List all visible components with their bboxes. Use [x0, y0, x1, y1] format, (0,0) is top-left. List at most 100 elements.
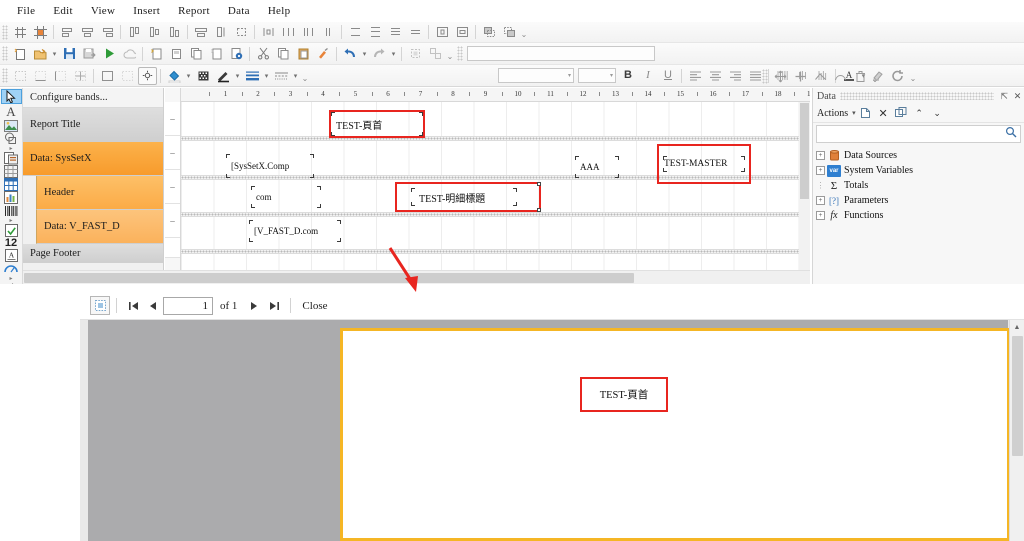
- align-left-icon[interactable]: [58, 23, 77, 41]
- border-settings-icon[interactable]: [137, 66, 157, 85]
- align-to-grid-icon[interactable]: [11, 23, 30, 41]
- ungroup-icon[interactable]: [426, 45, 445, 63]
- align-middle-icon[interactable]: [145, 23, 164, 41]
- underline-icon[interactable]: U: [659, 67, 678, 85]
- pointer-tool[interactable]: [0, 89, 22, 104]
- band-page-footer[interactable]: Page Footer: [23, 244, 163, 263]
- style-combo[interactable]: [467, 46, 655, 61]
- tree-node-functions[interactable]: + fx Functions: [816, 208, 1024, 223]
- tree-node-parameters[interactable]: + [?] Parameters: [816, 193, 1024, 208]
- new-page-icon[interactable]: [147, 45, 166, 63]
- report-object-test-page-header[interactable]: TEST-頁首: [329, 110, 425, 138]
- align-right-icon[interactable]: [98, 23, 117, 41]
- border-color-dropdown-icon[interactable]: ▾: [233, 67, 242, 85]
- picture-tool[interactable]: [1, 120, 22, 133]
- report-object-com[interactable]: com: [251, 186, 321, 208]
- curve-icon[interactable]: [831, 68, 850, 86]
- fill-color-dropdown-icon[interactable]: ▾: [184, 67, 193, 85]
- toolbar-overflow-icon[interactable]: ⌄: [870, 68, 880, 86]
- center-vertically-icon[interactable]: [453, 23, 472, 41]
- label-tool[interactable]: A: [1, 104, 22, 120]
- configure-bands-link[interactable]: Configure bands...: [23, 88, 163, 108]
- scrollbar-thumb[interactable]: [800, 103, 809, 199]
- delete-icon[interactable]: ✕: [875, 105, 892, 121]
- vertical-spacing-decrease-icon[interactable]: [386, 23, 405, 41]
- data-search-box[interactable]: [816, 125, 1021, 143]
- band-data-vfastd[interactable]: Data: V_FAST_D: [36, 210, 163, 244]
- scrollbar-thumb[interactable]: [1012, 336, 1023, 456]
- group-icon[interactable]: [406, 45, 425, 63]
- toolbar-grip[interactable]: [2, 24, 8, 40]
- texture-icon[interactable]: [194, 67, 213, 85]
- horizontal-spacing-decrease-icon[interactable]: [299, 23, 318, 41]
- report-object-test-master[interactable]: TEST-MASTER: [657, 144, 751, 184]
- tree-node-system-variables[interactable]: + var System Variables: [816, 163, 1024, 178]
- add-point-icon[interactable]: [791, 68, 810, 86]
- format-painter-icon[interactable]: [314, 45, 333, 63]
- close-preview-button[interactable]: Close: [299, 300, 330, 312]
- toolbar-grip[interactable]: [2, 46, 8, 61]
- delete-point-icon[interactable]: [851, 68, 870, 86]
- collapse-icon[interactable]: ⌃: [911, 105, 928, 121]
- run-preview-icon[interactable]: [100, 45, 119, 63]
- menu-item-data[interactable]: Data: [219, 3, 259, 19]
- search-input[interactable]: [820, 127, 1005, 141]
- preview-vertical-scrollbar[interactable]: ▲: [1009, 320, 1024, 541]
- gauge-tool-dropdown-icon[interactable]: ▸: [1, 275, 22, 282]
- thumbnails-icon[interactable]: [90, 296, 110, 315]
- barcode-tool[interactable]: [1, 204, 22, 216]
- align-center-icon[interactable]: [78, 23, 97, 41]
- new-data-source-icon[interactable]: [857, 105, 874, 121]
- grid-tool[interactable]: [1, 178, 22, 192]
- menu-item-file[interactable]: File: [8, 3, 44, 19]
- borders-inside-icon[interactable]: [118, 67, 137, 85]
- open-report-icon[interactable]: [31, 45, 50, 63]
- band-header[interactable]: Header: [36, 176, 163, 210]
- menu-item-insert[interactable]: Insert: [124, 3, 169, 19]
- borders-none-icon[interactable]: [11, 67, 30, 85]
- border-style-dropdown-icon[interactable]: ▾: [291, 67, 300, 85]
- actions-label[interactable]: Actions: [817, 108, 848, 119]
- vertical-spacing-remove-icon[interactable]: [406, 23, 425, 41]
- page-setup-icon[interactable]: [227, 45, 246, 63]
- barcode-tool-dropdown-icon[interactable]: ▸: [1, 217, 22, 224]
- shape-tool-dropdown-icon[interactable]: ▸: [1, 145, 22, 152]
- align-text-right-icon[interactable]: [726, 67, 745, 85]
- toolbar-overflow-icon[interactable]: ⌄: [519, 23, 529, 41]
- toolbar-grip[interactable]: [2, 68, 8, 83]
- scroll-up-icon[interactable]: ▲: [1010, 320, 1024, 334]
- gauge-tool[interactable]: [1, 262, 22, 274]
- table-tool[interactable]: [1, 165, 22, 179]
- reshape-icon[interactable]: [811, 68, 830, 86]
- page-number-tool[interactable]: 12: [1, 237, 22, 249]
- border-width-icon[interactable]: [243, 67, 262, 85]
- tree-node-data-sources[interactable]: + Data Sources: [816, 148, 1024, 163]
- report-object-test-detail-title[interactable]: TEST-明細標題: [395, 182, 541, 212]
- expander-icon[interactable]: +: [816, 151, 825, 160]
- canvas-vertical-scrollbar[interactable]: [799, 102, 810, 270]
- selection-handle[interactable]: [537, 208, 541, 212]
- panel-tool[interactable]: [1, 152, 22, 165]
- previous-page-icon[interactable]: [143, 296, 163, 315]
- band-data-syssetx[interactable]: Data: SysSetX: [23, 142, 163, 176]
- tree-node-totals[interactable]: ⋮ Σ Totals: [816, 178, 1024, 193]
- expand-icon[interactable]: ⌄: [929, 105, 946, 121]
- toolbar-overflow-icon[interactable]: ⌄: [300, 67, 310, 85]
- first-page-icon[interactable]: [123, 296, 143, 315]
- align-text-left-icon[interactable]: [686, 67, 705, 85]
- copy-icon[interactable]: [274, 45, 293, 63]
- close-icon[interactable]: ✕: [1011, 90, 1024, 103]
- paste-icon[interactable]: [294, 45, 313, 63]
- border-width-dropdown-icon[interactable]: ▾: [262, 67, 271, 85]
- align-bottom-icon[interactable]: [165, 23, 184, 41]
- toolbar-overflow-icon[interactable]: ⌄: [445, 45, 455, 63]
- insert-band-icon[interactable]: [167, 45, 186, 63]
- bold-icon[interactable]: B: [619, 67, 638, 85]
- borders-left-icon[interactable]: [51, 67, 70, 85]
- border-color-icon[interactable]: [214, 67, 233, 85]
- selection-handle[interactable]: [537, 182, 541, 186]
- vertical-spacing-increase-icon[interactable]: [366, 23, 385, 41]
- delete-page-icon[interactable]: [207, 45, 226, 63]
- open-dropdown-icon[interactable]: ▾: [50, 45, 59, 63]
- chevron-down-icon[interactable]: ▾: [852, 109, 856, 117]
